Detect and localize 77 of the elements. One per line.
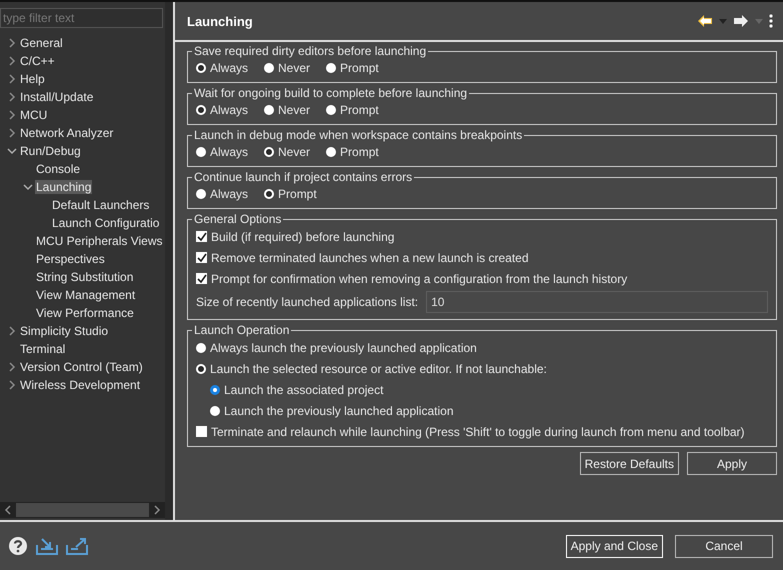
back-arrow-icon[interactable] <box>697 14 713 28</box>
horizontal-scrollbar[interactable] <box>0 502 165 518</box>
chevron-down-icon[interactable] <box>6 147 16 155</box>
tree-item[interactable]: MCU Peripherals Views <box>35 234 164 248</box>
tree-item[interactable]: Perspectives <box>35 252 106 266</box>
radio-option[interactable]: Always <box>196 103 248 117</box>
radio-option[interactable]: Prompt <box>264 187 317 201</box>
check-icon <box>196 232 206 242</box>
chevron-right-icon[interactable] <box>8 326 16 336</box>
group-title: Launch Operation <box>193 323 290 337</box>
group-title: General Options <box>193 212 282 226</box>
tree-item[interactable]: Terminal <box>19 342 66 356</box>
tree-item[interactable]: String Substitution <box>35 270 134 284</box>
dialog-button[interactable]: Apply <box>687 452 777 475</box>
scroll-right-icon[interactable] <box>153 505 161 515</box>
tree-item[interactable]: MCU <box>19 108 48 122</box>
chevron-right-icon[interactable] <box>8 128 16 138</box>
dialog-button[interactable]: Restore Defaults <box>580 452 679 475</box>
scroll-left-icon[interactable] <box>4 505 12 515</box>
tree-item[interactable]: Simplicity Studio <box>19 324 110 338</box>
chevron-right-icon[interactable] <box>8 56 16 66</box>
chevron-right-icon[interactable] <box>8 74 16 84</box>
tree-item[interactable]: View Management <box>35 288 136 302</box>
field-label: Size of recently launched applications list: <box>196 295 418 309</box>
radio-option[interactable]: Always launch the previously launched application <box>196 337 768 358</box>
radio-option[interactable]: Prompt <box>326 145 379 159</box>
radio-option[interactable]: Always <box>196 145 248 159</box>
chevron-right-icon[interactable] <box>8 92 16 102</box>
dialog-button[interactable]: Apply and Close <box>566 534 663 558</box>
chevron-down-icon[interactable] <box>22 183 32 191</box>
radio-option[interactable]: Prompt <box>326 61 379 75</box>
chevron-right-icon[interactable] <box>8 110 16 120</box>
tree-item[interactable]: Install/Update <box>19 90 94 104</box>
number-field[interactable]: 10 <box>426 291 768 313</box>
tree-item[interactable]: General <box>19 36 64 50</box>
group-title: Wait for ongoing build to complete before launching <box>193 86 468 100</box>
tree-item[interactable]: Console <box>35 162 82 176</box>
tree-item[interactable]: Run/Debug <box>19 144 82 158</box>
tree-item[interactable]: Version Control (Team) <box>19 360 144 374</box>
page-title: Launching <box>187 14 253 28</box>
checkbox-option[interactable]: Prompt for confirmation when removing a configuration from the launch history <box>196 268 768 289</box>
tree-item[interactable]: Help <box>19 72 46 86</box>
group-title: Continue launch if project contains errors <box>193 170 414 184</box>
radio-option[interactable]: Always <box>196 187 248 201</box>
tree-item[interactable]: C/C++ <box>19 54 56 68</box>
dialog-button[interactable]: Cancel <box>675 534 773 558</box>
radio-option[interactable]: Always <box>196 61 248 75</box>
chevron-right-icon[interactable] <box>8 38 16 48</box>
tree-item[interactable]: Launch Configuratio <box>51 216 160 230</box>
tree-item[interactable]: Network Analyzer <box>19 126 114 140</box>
more-menu-icon[interactable] <box>769 14 773 28</box>
tree-item[interactable]: View Performance <box>35 306 135 320</box>
group-title: Launch in debug mode when workspace contains breakpoints <box>193 128 524 142</box>
group-title: Save required dirty editors before launching <box>193 44 428 58</box>
radio-option[interactable]: Never <box>264 103 310 117</box>
filter-field[interactable]: type filter text <box>0 8 163 28</box>
checkbox-option[interactable]: Terminate and relaunch while launching (Press 'Shift' to toggle during launch from menu and toolbar) <box>196 421 768 442</box>
tree-item[interactable]: Launching <box>35 180 92 194</box>
tree-item[interactable]: Wireless Development <box>19 378 142 392</box>
radio-option[interactable]: Never <box>264 145 310 159</box>
chevron-right-icon[interactable] <box>8 380 16 390</box>
checkbox-option[interactable]: Build (if required) before launching <box>196 226 768 247</box>
radio-option[interactable]: Launch the selected resource or active editor. If not launchable: <box>196 358 768 379</box>
check-icon <box>196 274 206 284</box>
chevron-right-icon[interactable] <box>8 362 16 372</box>
radio-option[interactable]: Prompt <box>326 103 379 117</box>
export-icon[interactable] <box>66 537 88 555</box>
forward-arrow-icon[interactable] <box>733 14 749 28</box>
pane-splitter[interactable] <box>165 2 175 520</box>
help-icon[interactable] <box>8 536 28 556</box>
radio-option[interactable]: Launch the associated project <box>196 379 768 400</box>
radio-option[interactable]: Never <box>264 61 310 75</box>
tree-item[interactable]: Default Launchers <box>51 198 150 212</box>
import-icon[interactable] <box>36 537 58 555</box>
checkbox-option[interactable]: Remove terminated launches when a new launch is created <box>196 247 768 268</box>
radio-option[interactable]: Launch the previously launched application <box>196 400 768 421</box>
check-icon <box>196 252 206 262</box>
